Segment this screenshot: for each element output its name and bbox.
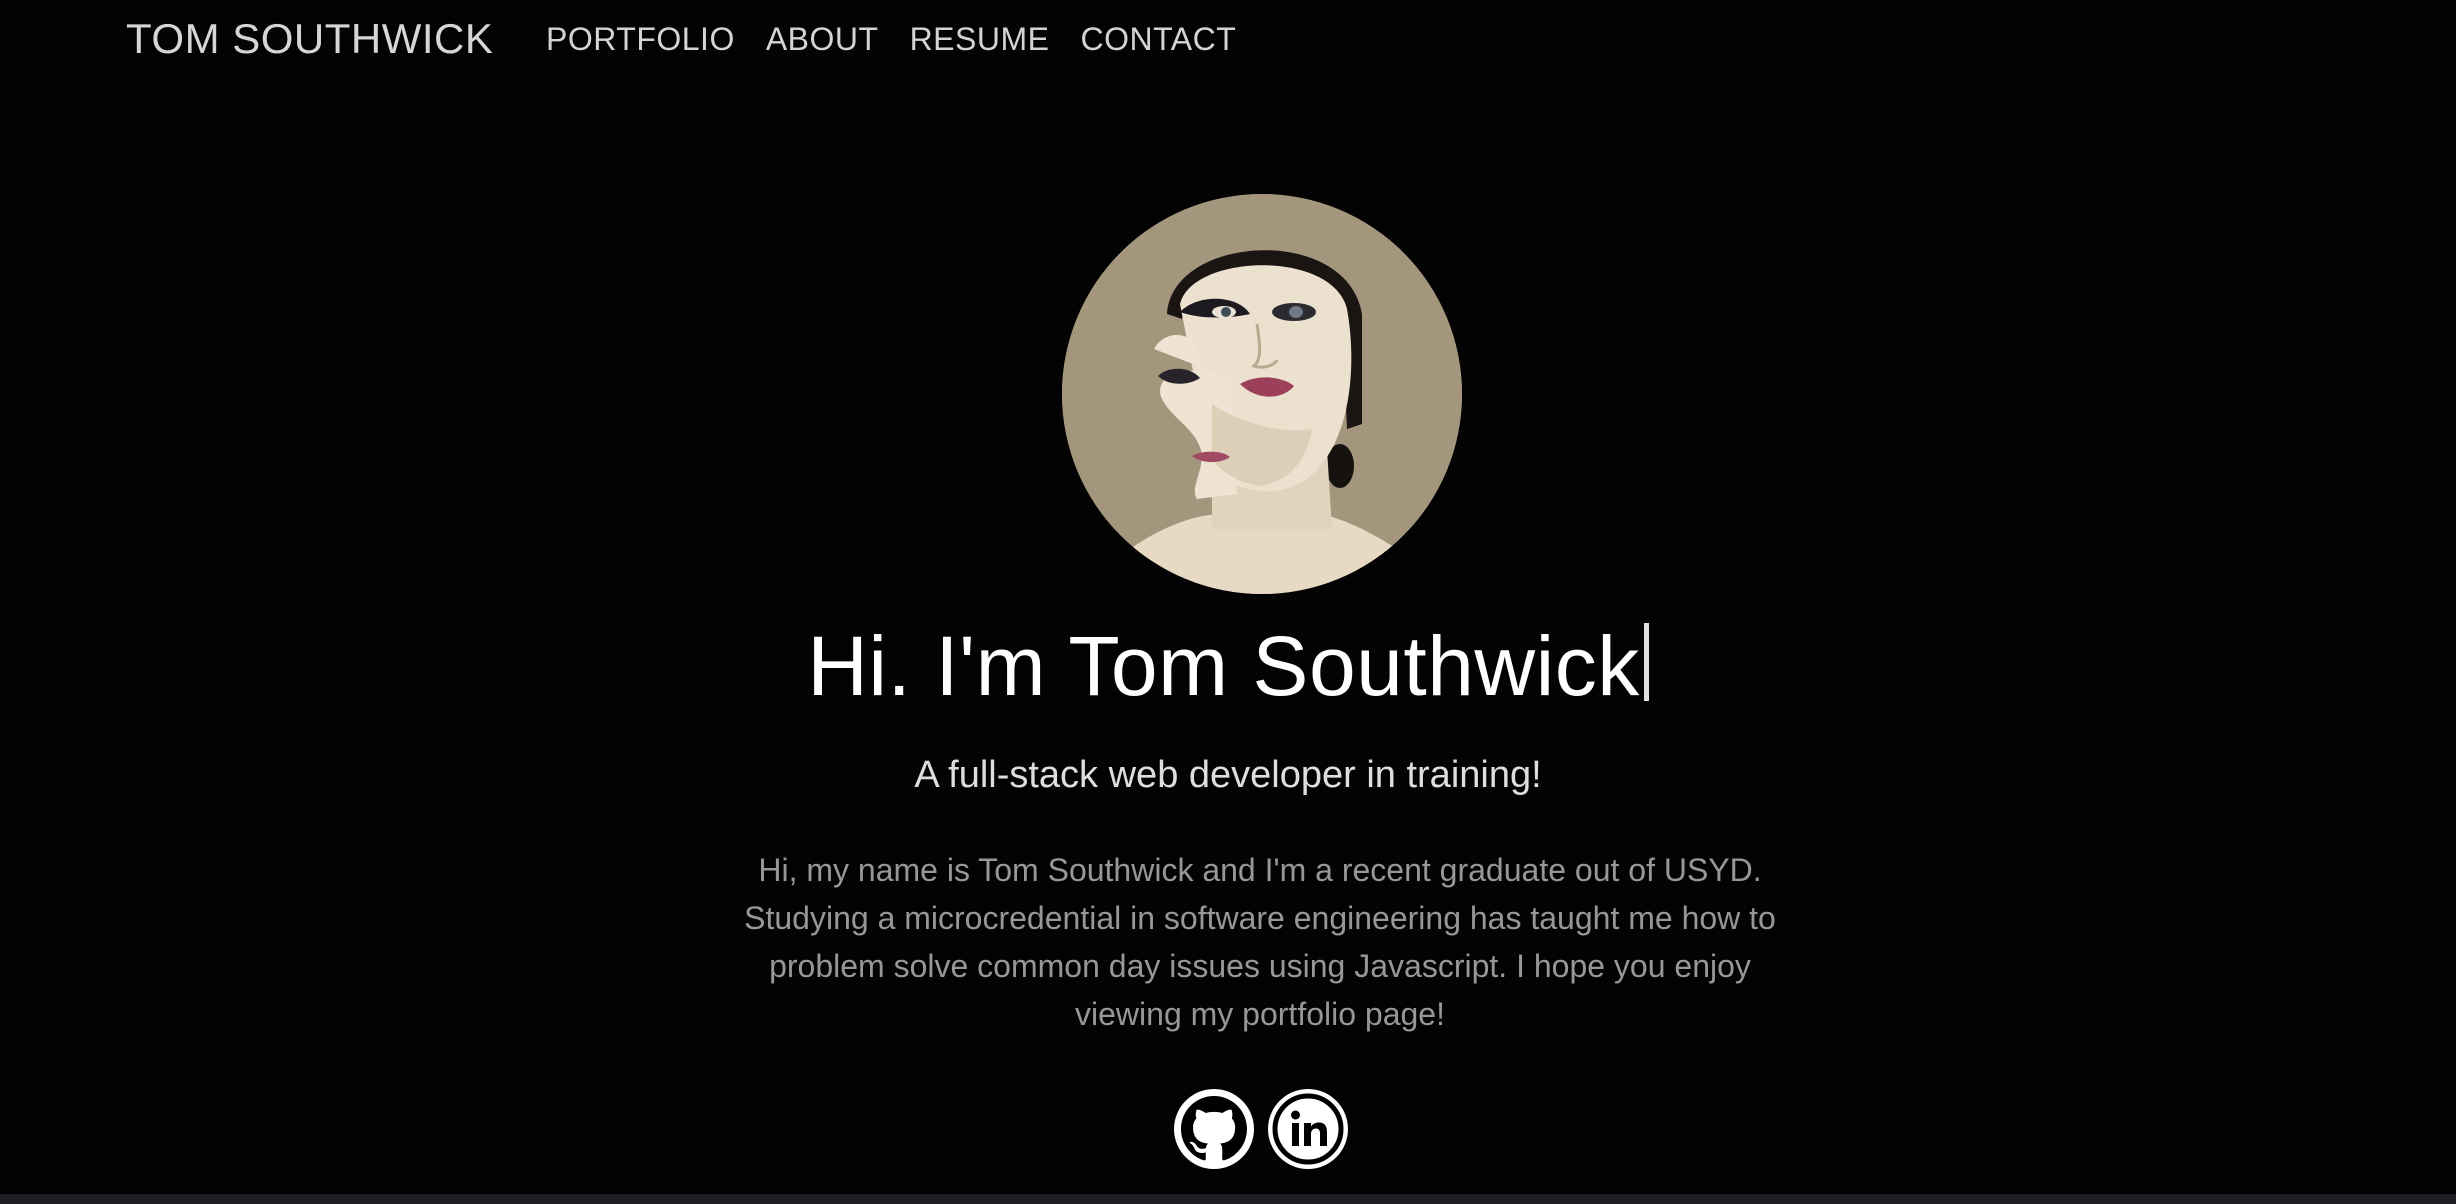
nav-link-contact[interactable]: CONTACT — [1080, 20, 1236, 58]
hero-title-text: Hi. I'm Tom Southwick — [807, 619, 1640, 713]
github-icon — [1181, 1096, 1247, 1161]
profile-avatar — [1062, 194, 1462, 594]
linkedin-link[interactable] — [1268, 1089, 1348, 1169]
hero-title: Hi. I'm Tom Southwick — [0, 616, 2456, 716]
nav-link-about[interactable]: ABOUT — [766, 20, 879, 58]
profile-portrait-image — [1062, 194, 1462, 594]
bottom-strip — [0, 1194, 2456, 1204]
github-link[interactable] — [1174, 1089, 1254, 1169]
linkedin-icon — [1272, 1093, 1344, 1165]
nav-link-portfolio[interactable]: PORTFOLIO — [546, 20, 735, 58]
hero-bio: Hi, my name is Tom Southwick and I'm a r… — [744, 852, 1776, 1032]
hero-subtitle: A full-stack web developer in training! — [914, 754, 1542, 796]
typing-caret — [1643, 623, 1649, 701]
nav-link-resume[interactable]: RESUME — [910, 20, 1050, 58]
page: TOM SOUTHWICK PORTFOLIO ABOUT RESUME CON… — [0, 0, 2456, 1204]
nav-links: PORTFOLIO ABOUT RESUME CONTACT — [546, 20, 1236, 58]
brand-link[interactable]: TOM SOUTHWICK — [126, 14, 493, 64]
social-links — [1174, 1089, 1348, 1169]
navbar: TOM SOUTHWICK PORTFOLIO ABOUT RESUME CON… — [0, 0, 2456, 80]
